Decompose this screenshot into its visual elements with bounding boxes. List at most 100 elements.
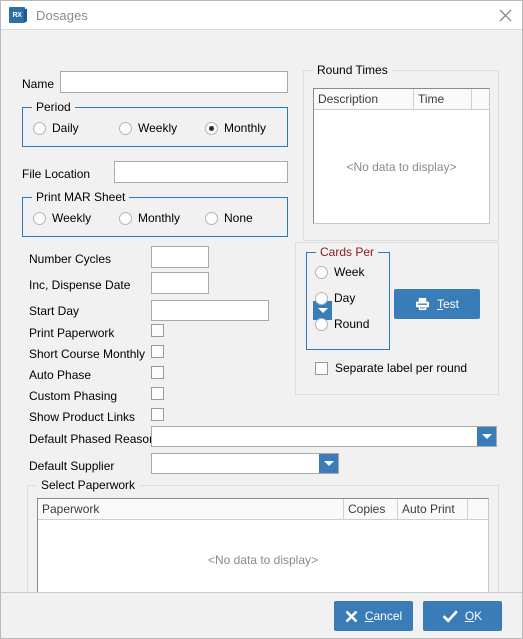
number-cycles-input[interactable] bbox=[151, 246, 209, 268]
cards-per-panel: Cards Per Week Day Round Test Separate l… bbox=[295, 242, 499, 395]
period-group: Period Daily Weekly Monthly bbox=[22, 100, 288, 147]
default-phased-reason-combobox[interactable] bbox=[151, 426, 497, 447]
print-paperwork-label: Print Paperwork bbox=[29, 326, 115, 340]
checkbox-separate-label-per-round[interactable]: Separate label per round bbox=[315, 361, 467, 375]
close-icon[interactable] bbox=[488, 1, 522, 29]
checkbox-label: Separate label per round bbox=[335, 361, 468, 375]
column-header-auto-print[interactable]: Auto Print bbox=[398, 499, 468, 519]
checkbox-custom-phasing[interactable] bbox=[151, 387, 164, 400]
name-label: Name bbox=[22, 77, 55, 91]
radio-label: Daily bbox=[52, 121, 79, 135]
radio-dot bbox=[33, 211, 46, 225]
number-cycles-label: Number Cycles bbox=[29, 252, 112, 266]
checkbox-print-paperwork[interactable] bbox=[151, 324, 164, 337]
radio-mar-monthly[interactable]: Monthly bbox=[119, 211, 180, 225]
checkbox-show-product-links[interactable] bbox=[151, 408, 164, 421]
round-times-caption: Round Times bbox=[313, 63, 392, 77]
file-location-label: File Location bbox=[22, 167, 91, 181]
select-paperwork-grid[interactable]: Paperwork Copies Auto Print <No data to … bbox=[37, 498, 489, 600]
dialog-footer: Cancel OK bbox=[1, 592, 522, 638]
auto-phase-label: Auto Phase bbox=[29, 368, 92, 382]
default-supplier-field[interactable] bbox=[152, 454, 319, 473]
ok-button-label: OK bbox=[464, 609, 483, 623]
radio-cards-per-round[interactable]: Round bbox=[315, 317, 369, 331]
file-location-input-field[interactable] bbox=[115, 162, 287, 182]
default-supplier-label: Default Supplier bbox=[29, 459, 115, 473]
round-times-group: Round Times Description Time <No data to… bbox=[303, 63, 499, 241]
radio-label: Monthly bbox=[224, 121, 267, 135]
default-supplier-combobox[interactable] bbox=[151, 453, 339, 474]
short-course-monthly-label: Short Course Monthly bbox=[29, 347, 146, 361]
chevron-down-icon[interactable] bbox=[319, 454, 338, 473]
start-day-label: Start Day bbox=[29, 304, 80, 318]
x-icon bbox=[345, 610, 358, 623]
radio-label: Weekly bbox=[138, 121, 178, 135]
round-times-grid-header: Description Time bbox=[314, 89, 489, 110]
ok-button[interactable]: OK bbox=[423, 601, 502, 631]
checkbox-short-course-monthly[interactable] bbox=[151, 345, 164, 358]
custom-phasing-label: Custom Phasing bbox=[29, 389, 118, 403]
column-header-description[interactable]: Description bbox=[314, 89, 414, 109]
select-paperwork-group: Select Paperwork Paperwork Copies Auto P… bbox=[27, 478, 499, 609]
start-day-combobox-field[interactable] bbox=[152, 301, 313, 320]
printer-icon bbox=[415, 297, 430, 311]
radio-label: Monthly bbox=[138, 211, 181, 225]
radio-dot bbox=[315, 291, 328, 305]
period-group-caption: Period bbox=[32, 100, 75, 114]
number-cycles-input-field[interactable] bbox=[152, 247, 208, 267]
cards-per-group: Cards Per Week Day Round bbox=[306, 245, 390, 350]
inc-dispense-date-label: Inc, Dispense Date bbox=[29, 278, 131, 292]
radio-cards-per-day[interactable]: Day bbox=[315, 291, 355, 305]
rx-icon-text: RX bbox=[12, 11, 22, 19]
test-button-label: Test bbox=[436, 297, 459, 311]
column-header-time[interactable]: Time bbox=[414, 89, 472, 109]
dialog-body: Name Period Daily Weekly Monthly File Lo… bbox=[1, 29, 522, 609]
default-phased-reason-field[interactable] bbox=[152, 427, 477, 446]
print-mar-sheet-caption: Print MAR Sheet bbox=[32, 190, 130, 204]
radio-label: Weekly bbox=[52, 211, 92, 225]
checkbox-box bbox=[315, 361, 328, 375]
radio-period-weekly[interactable]: Weekly bbox=[119, 121, 177, 135]
radio-period-monthly[interactable]: Monthly bbox=[205, 121, 266, 135]
radio-dot bbox=[315, 265, 328, 279]
select-paperwork-caption: Select Paperwork bbox=[37, 478, 140, 492]
name-input[interactable] bbox=[60, 71, 288, 93]
radio-dot bbox=[33, 121, 46, 135]
start-day-combobox[interactable] bbox=[151, 300, 332, 321]
inc-dispense-date-input[interactable] bbox=[151, 272, 209, 294]
inc-dispense-date-input-field[interactable] bbox=[152, 273, 208, 293]
rx-icon: RX bbox=[9, 7, 25, 23]
checkbox-auto-phase[interactable] bbox=[151, 366, 164, 379]
column-header-filler bbox=[468, 499, 488, 519]
test-button[interactable]: Test bbox=[394, 289, 480, 319]
default-phased-reason-label: Default Phased Reason bbox=[29, 432, 156, 446]
radio-dot bbox=[119, 211, 132, 225]
cards-per-caption: Cards Per bbox=[316, 245, 379, 259]
check-icon bbox=[442, 609, 458, 623]
radio-dot bbox=[119, 121, 132, 135]
round-times-grid[interactable]: Description Time <No data to display> bbox=[313, 88, 490, 224]
print-mar-sheet-group: Print MAR Sheet Weekly Monthly None bbox=[22, 190, 288, 237]
radio-dot bbox=[315, 317, 328, 331]
radio-period-daily[interactable]: Daily bbox=[33, 121, 79, 135]
radio-dot bbox=[205, 211, 218, 225]
column-header-paperwork[interactable]: Paperwork bbox=[38, 499, 344, 519]
radio-label: Week bbox=[334, 265, 365, 279]
chevron-down-icon[interactable] bbox=[477, 427, 496, 446]
column-header-copies[interactable]: Copies bbox=[344, 499, 398, 519]
dosages-dialog: RX Dosages Name Period Daily Weekly Mont… bbox=[0, 0, 523, 639]
window-title: Dosages bbox=[36, 7, 89, 23]
radio-dot bbox=[205, 121, 218, 135]
column-header-filler bbox=[472, 89, 489, 109]
name-input-field[interactable] bbox=[61, 72, 287, 92]
radio-cards-per-week[interactable]: Week bbox=[315, 265, 364, 279]
select-paperwork-empty-text: <No data to display> bbox=[207, 552, 319, 567]
file-location-input[interactable] bbox=[114, 161, 288, 183]
cancel-button[interactable]: Cancel bbox=[334, 601, 413, 631]
radio-mar-none[interactable]: None bbox=[205, 211, 253, 225]
show-product-links-label: Show Product Links bbox=[29, 410, 136, 424]
round-times-empty-text: <No data to display> bbox=[346, 159, 457, 174]
radio-label: Day bbox=[334, 291, 356, 305]
radio-mar-weekly[interactable]: Weekly bbox=[33, 211, 91, 225]
titlebar: RX Dosages bbox=[1, 1, 522, 29]
